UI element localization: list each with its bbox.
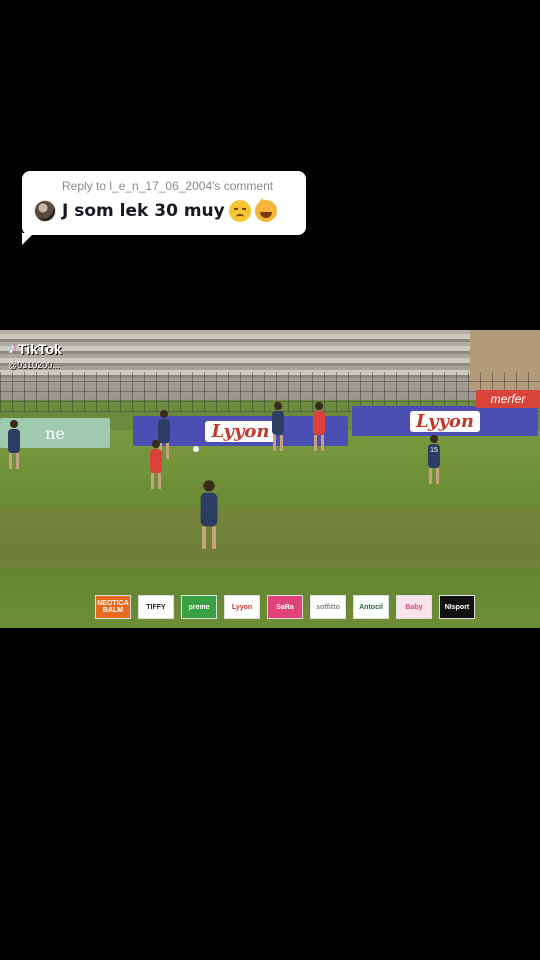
pitch-dirt-patch [0, 508, 540, 568]
player [200, 480, 218, 549]
sponsor-logo: SaRa [267, 595, 303, 619]
video-player[interactable]: ne Lyyon Lyyon merfer 15 ♪ TikTok @03102… [0, 330, 540, 628]
sponsor-logo: soffitto [310, 595, 346, 619]
tiktok-brand: TikTok [18, 341, 62, 357]
advert-board-lyyon-right: Lyyon [352, 406, 538, 436]
sponsor-logo: Baby [396, 595, 432, 619]
tiktok-username: @0310200... [8, 360, 60, 370]
reply-text: J som lek 30 muy [62, 201, 225, 221]
player [8, 420, 20, 469]
lyyon-logo: Lyyon [409, 410, 481, 432]
football [193, 446, 199, 452]
player [272, 402, 284, 451]
reply-row: J som lek 30 muy [34, 198, 277, 222]
player [150, 440, 162, 489]
reply-header: Reply to l_e_n_17_06_2004's comment [62, 179, 274, 193]
sponsor-logo: preme [181, 595, 217, 619]
avatar[interactable] [34, 200, 56, 222]
tiktok-watermark: ♪ TikTok @0310200... [8, 340, 62, 370]
cat-tears-of-joy-emoji-icon [254, 198, 277, 222]
lyyon-logo: Lyyon [205, 420, 276, 442]
tiktok-logo: ♪ TikTok [8, 340, 62, 358]
sponsor-logo: NEOTICA BALM [95, 595, 131, 619]
pensive-face-emoji-icon [228, 200, 251, 222]
sponsor-logo: Antocil [353, 595, 389, 619]
sponsor-logo: NIsport [439, 595, 475, 619]
sponsor-logo: Lyyon [224, 595, 260, 619]
advert-board-right: merfer [476, 390, 540, 408]
reply-comment-bubble[interactable]: Reply to l_e_n_17_06_2004's comment J so… [22, 171, 306, 245]
player [313, 402, 325, 451]
sponsor-logo: TIFFY [138, 595, 174, 619]
tiktok-note-icon: ♪ [8, 340, 16, 357]
player-number-15: 15 [428, 435, 440, 484]
sponsor-strip: NEOTICA BALM TIFFY preme Lyyon SaRa soff… [95, 595, 475, 619]
